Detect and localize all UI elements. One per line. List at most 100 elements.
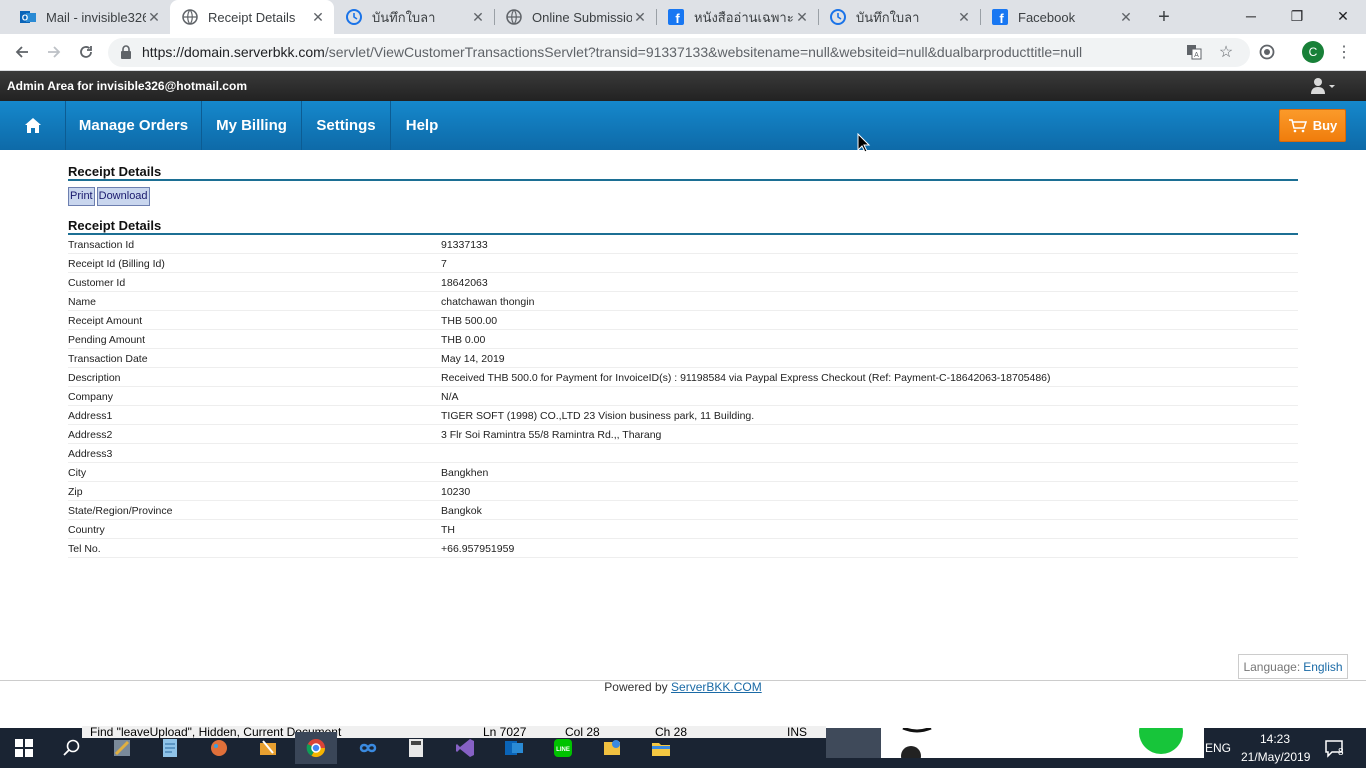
receipt-rows: Transaction Id 91337133 Receipt Id (Billin… <box>68 235 1298 558</box>
restore-button[interactable]: ❐ <box>1274 0 1320 32</box>
detail-row: Receipt Id (Billing Id) 7 <box>68 254 1298 273</box>
notepad-app-icon[interactable] <box>158 736 182 760</box>
detail-label: Pending Amount <box>68 334 146 346</box>
notification-count: 8 <box>1338 747 1344 758</box>
language-selector[interactable]: Language: English <box>1238 654 1348 679</box>
close-icon[interactable]: ✕ <box>1118 9 1134 25</box>
tab-title: บันทึกใบลา <box>856 9 920 25</box>
detail-value: Bangkok <box>441 505 482 517</box>
dev-tools-app-icon[interactable] <box>256 736 280 760</box>
clock-date[interactable]: 21/May/2019 <box>1241 750 1310 764</box>
close-window-button[interactable]: ✕ <box>1320 0 1366 32</box>
calculator-app-icon[interactable] <box>404 736 428 760</box>
translate-icon[interactable]: A <box>1184 42 1204 62</box>
detail-label: Tel No. <box>68 543 101 555</box>
admin-label: Admin Area for invisible326@hotmail.com <box>7 79 247 93</box>
nav-my-billing[interactable]: My Billing <box>202 101 302 150</box>
detail-value: 7 <box>441 258 447 270</box>
tools-app-icon[interactable] <box>110 736 134 760</box>
tab-leave-record-2[interactable]: บันทึกใบลา ✕ <box>818 0 980 34</box>
powered-link[interactable]: ServerBKK.COM <box>671 680 762 694</box>
tab-divider <box>818 9 819 25</box>
svg-text:f: f <box>999 11 1004 25</box>
svg-text:A: A <box>1194 52 1199 59</box>
detail-row: Transaction Date May 14, 2019 <box>68 349 1298 368</box>
minimize-button[interactable]: ─ <box>1228 0 1274 32</box>
detail-label: Country <box>68 524 105 536</box>
close-icon[interactable]: ✕ <box>470 9 486 25</box>
visual-studio-app-icon[interactable] <box>453 736 477 760</box>
detail-row: Company N/A <box>68 387 1298 406</box>
outlook-app-icon[interactable] <box>502 736 526 760</box>
profile-avatar[interactable]: C <box>1302 41 1324 63</box>
insert-mode: INS <box>787 725 808 739</box>
forward-button[interactable] <box>42 40 66 64</box>
windows-start-icon[interactable] <box>12 736 36 760</box>
close-icon[interactable]: ✕ <box>146 9 162 25</box>
detail-row: Receipt Amount THB 500.00 <box>68 311 1298 330</box>
clock-icon <box>830 9 846 25</box>
address-bar[interactable]: https://domain.serverbkk.com/servlet/Vie… <box>108 38 1250 67</box>
close-icon[interactable]: ✕ <box>310 9 326 25</box>
detail-value: +66.957951959 <box>441 543 515 555</box>
nav-settings[interactable]: Settings <box>302 101 391 150</box>
file-explorer-app-icon[interactable] <box>649 736 673 760</box>
menu-icon[interactable]: ⋮ <box>1334 42 1354 62</box>
sticky-app-icon[interactable] <box>600 736 624 760</box>
url-path: /servlet/ViewCustomerTransactionsServlet… <box>324 44 1083 60</box>
detail-row: Pending Amount THB 0.00 <box>68 330 1298 349</box>
detail-row: Description Received THB 500.0 for Paymen… <box>68 368 1298 387</box>
detail-row: Country TH <box>68 520 1298 539</box>
tab-mail[interactable]: O Mail - invisible326 ✕ <box>8 0 170 34</box>
tab-leave-record[interactable]: บันทึกใบลา ✕ <box>334 0 494 34</box>
language-label: Language: <box>1243 659 1301 674</box>
search-icon[interactable] <box>60 736 84 760</box>
svg-text:f: f <box>675 11 680 25</box>
back-button[interactable] <box>10 40 34 64</box>
line-app-icon[interactable]: LINE <box>551 736 575 760</box>
input-language[interactable]: ENG <box>1205 741 1231 755</box>
browser-toolbar: https://domain.serverbkk.com/servlet/Vie… <box>0 34 1366 71</box>
tab-strip: O Mail - invisible326 ✕ Receipt Details … <box>0 0 1366 34</box>
home-icon <box>24 118 41 133</box>
nav-help[interactable]: Help <box>391 101 453 150</box>
tab-receipt-details[interactable]: Receipt Details ✕ <box>170 0 334 34</box>
detail-label: State/Region/Province <box>68 505 173 517</box>
outlook-icon: O <box>20 9 36 25</box>
home-button[interactable] <box>0 101 66 150</box>
reload-button[interactable] <box>74 40 98 64</box>
detail-row: Transaction Id 91337133 <box>68 235 1298 254</box>
close-icon[interactable]: ✕ <box>632 9 648 25</box>
star-icon[interactable]: ☆ <box>1216 42 1236 62</box>
chrome-app-icon[interactable] <box>295 732 337 764</box>
detail-label: Address3 <box>68 448 113 460</box>
close-icon[interactable]: ✕ <box>794 9 810 25</box>
facebook-icon: f <box>668 9 684 25</box>
url-host: https://domain.serverbkk.com <box>142 44 325 60</box>
lock-icon[interactable] <box>120 45 132 64</box>
tab-title: หนังสืออ่านเฉพาะกลุ่ม <box>694 9 794 25</box>
detail-value: Bangkhen <box>441 467 489 479</box>
extension-icon[interactable] <box>1257 42 1277 62</box>
paint-app-icon[interactable] <box>207 736 231 760</box>
mouse-cursor-icon <box>857 133 871 153</box>
language-link[interactable]: English <box>1303 660 1342 674</box>
infinity-app-icon[interactable] <box>356 736 380 760</box>
tab-facebook-group[interactable]: f หนังสืออ่านเฉพาะกลุ่ม ✕ <box>656 0 818 34</box>
print-button[interactable]: Print <box>68 187 95 206</box>
clock-time[interactable]: 14:23 <box>1260 732 1290 746</box>
user-menu-icon[interactable] <box>1310 77 1336 95</box>
tab-facebook[interactable]: f Facebook ✕ <box>980 0 1142 34</box>
tab-title: Facebook <box>1018 9 1076 25</box>
nav-manage-orders[interactable]: Manage Orders <box>66 101 202 150</box>
tab-online-submission[interactable]: Online Submission ✕ <box>494 0 656 34</box>
detail-label: Customer Id <box>68 277 126 289</box>
section-title: Receipt Details <box>68 216 1298 235</box>
detail-row: Address1 TIGER SOFT (1998) CO.,LTD 23 Vis… <box>68 406 1298 425</box>
new-tab-button[interactable]: + <box>1153 6 1175 28</box>
close-icon[interactable]: ✕ <box>956 9 972 25</box>
buy-button[interactable]: Buy <box>1279 109 1346 142</box>
tab-divider <box>656 9 657 25</box>
download-button[interactable]: Download <box>96 187 150 206</box>
tab-divider <box>494 9 495 25</box>
